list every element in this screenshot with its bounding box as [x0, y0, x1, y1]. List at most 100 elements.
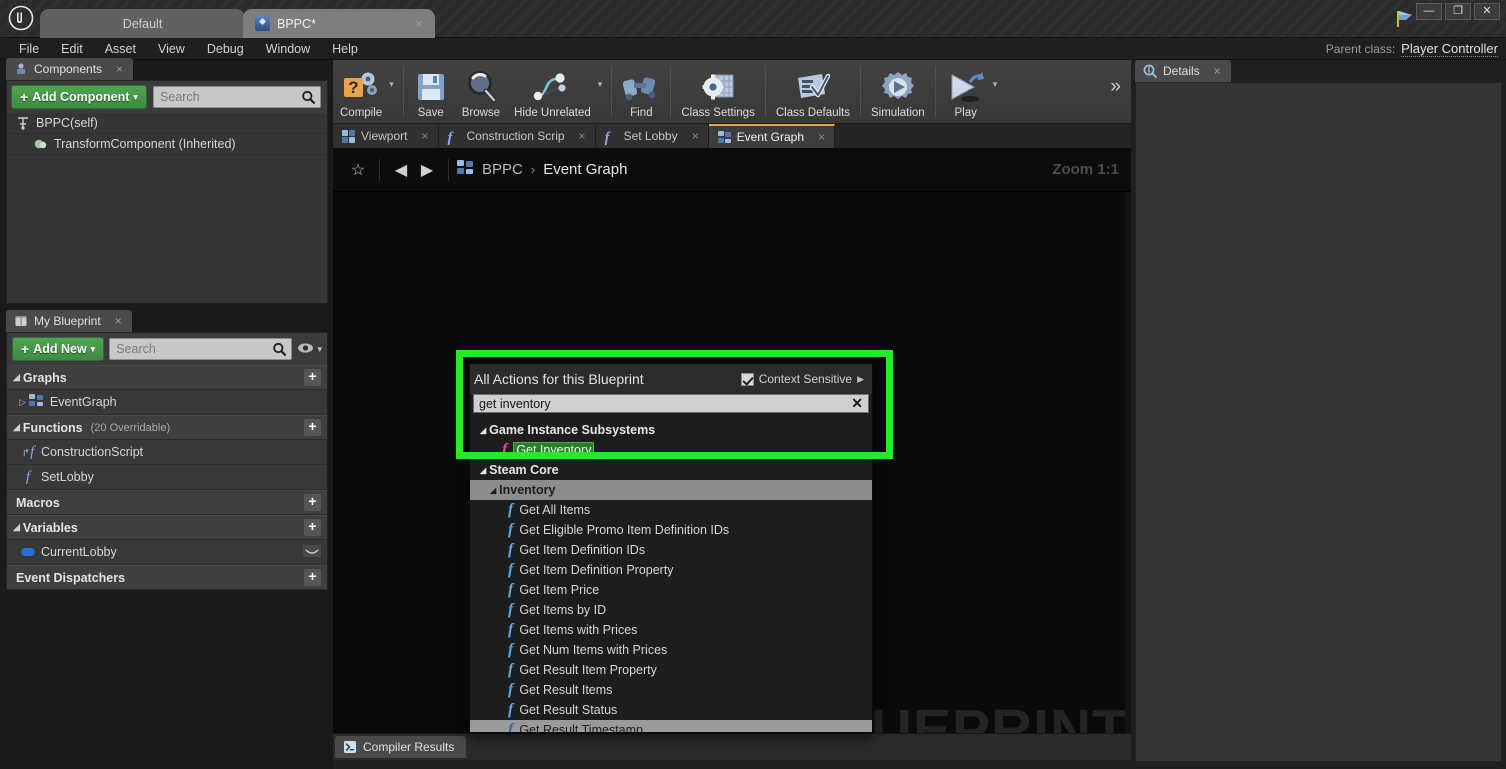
action-category-steam-core[interactable]: ◢ Steam Core: [470, 460, 872, 480]
tab-compiler-results[interactable]: Compiler Results: [335, 736, 467, 758]
my-blueprint-search[interactable]: [109, 338, 293, 360]
compile-button[interactable]: ? Compile: [333, 60, 389, 123]
window-tab-default[interactable]: Default: [40, 9, 245, 38]
back-button[interactable]: ◀: [388, 157, 414, 183]
class-settings-button[interactable]: Class Settings: [674, 60, 762, 123]
action-item[interactable]: f Get Eligible Promo Item Definition IDs: [470, 520, 872, 540]
menu-asset[interactable]: Asset: [94, 38, 147, 60]
add-variables-button[interactable]: +: [304, 519, 321, 536]
component-row[interactable]: BPPC(self): [7, 113, 327, 134]
context-sensitive-toggle[interactable]: Context Sensitive ▶: [740, 372, 864, 386]
chevron-right-icon[interactable]: ▶: [857, 374, 864, 385]
expander-icon[interactable]: ◢: [480, 466, 486, 475]
simulation-button[interactable]: Simulation: [864, 60, 932, 123]
breadcrumb-root[interactable]: BPPC: [482, 161, 523, 178]
action-item[interactable]: f Get All Items: [470, 500, 872, 520]
tab-components[interactable]: Components ×: [6, 58, 134, 80]
menu-edit[interactable]: Edit: [50, 38, 94, 60]
parent-class-link[interactable]: Player Controller: [1401, 41, 1498, 57]
close-icon[interactable]: ×: [421, 129, 428, 143]
action-item[interactable]: f Get Num Items with Prices: [470, 640, 872, 660]
eye-icon[interactable]: [303, 544, 321, 560]
visibility-options-button[interactable]: ▾: [297, 342, 322, 356]
action-item[interactable]: f Get Inventory: [470, 440, 872, 460]
my-blueprint-search-input[interactable]: [116, 342, 273, 356]
chevron-down-icon[interactable]: ▾: [389, 60, 400, 123]
expander-icon[interactable]: ▷: [19, 397, 26, 408]
tab-event-graph[interactable]: Event Graph ×: [708, 124, 836, 148]
action-menu-search-input[interactable]: [479, 396, 850, 411]
menu-view[interactable]: View: [147, 38, 196, 60]
my-blueprint-item[interactable]: ▷ EventGraph: [7, 390, 327, 415]
close-icon[interactable]: ×: [579, 129, 586, 143]
action-item[interactable]: f Get Items by ID: [470, 600, 872, 620]
tab-viewport[interactable]: Viewport ×: [333, 124, 439, 148]
my-blueprint-item[interactable]: ↱f ConstructionScript: [7, 440, 327, 465]
action-item[interactable]: f Get Item Definition Property: [470, 560, 872, 580]
action-item[interactable]: f Get Result Timestamp: [470, 720, 872, 732]
browse-button[interactable]: Browse: [455, 60, 507, 123]
add-macros-button[interactable]: +: [304, 494, 321, 511]
chevron-down-icon[interactable]: ▾: [598, 60, 609, 123]
expander-icon[interactable]: ◢: [490, 486, 496, 495]
section-header-event-dispatchers[interactable]: Event Dispatchers +: [7, 565, 327, 590]
action-item[interactable]: f Get Result Items: [470, 680, 872, 700]
expander-icon[interactable]: ◢: [13, 372, 20, 383]
minimize-button[interactable]: —: [1416, 3, 1442, 20]
action-category-inventory[interactable]: ◢ Inventory: [470, 480, 872, 500]
forward-button[interactable]: ▶: [414, 157, 440, 183]
add-graphs-button[interactable]: +: [304, 369, 321, 386]
hide-unrelated-button[interactable]: Hide Unrelated: [507, 60, 598, 123]
add-functions-button[interactable]: +: [304, 419, 321, 436]
toolbar-overflow-button[interactable]: »: [1110, 60, 1131, 123]
checkbox-icon[interactable]: [740, 372, 754, 386]
find-button[interactable]: Find: [615, 60, 667, 123]
section-header-variables[interactable]: ◢ Variables +: [7, 515, 327, 540]
close-button[interactable]: ✕: [1474, 3, 1500, 20]
close-icon[interactable]: ×: [1214, 64, 1221, 78]
close-icon[interactable]: ×: [115, 314, 122, 328]
my-blueprint-item[interactable]: CurrentLobby: [7, 540, 327, 565]
components-search-input[interactable]: [159, 90, 301, 104]
tab-details[interactable]: Details ×: [1135, 60, 1231, 82]
section-header-graphs[interactable]: ◢ Graphs +: [7, 365, 327, 390]
favorite-star-icon[interactable]: ☆: [345, 157, 371, 183]
section-header-functions[interactable]: ◢ Functions (20 Overridable) +: [7, 415, 327, 440]
expander-icon[interactable]: ◢: [480, 426, 486, 435]
add-component-button[interactable]: + Add Component ▾: [11, 85, 147, 109]
my-blueprint-item[interactable]: f SetLobby: [7, 465, 327, 490]
play-button[interactable]: Play: [939, 60, 993, 123]
maximize-button[interactable]: ❐: [1445, 3, 1471, 20]
action-item[interactable]: f Get Item Price: [470, 580, 872, 600]
section-header-macros[interactable]: Macros +: [7, 490, 327, 515]
add-event-dispatchers-button[interactable]: +: [304, 569, 321, 586]
chevron-down-icon[interactable]: ▾: [993, 60, 1004, 123]
close-icon[interactable]: ×: [415, 16, 423, 31]
close-icon[interactable]: ×: [692, 129, 699, 143]
menu-debug[interactable]: Debug: [196, 38, 255, 60]
menu-window[interactable]: Window: [255, 38, 321, 60]
clear-icon[interactable]: ✕: [849, 395, 865, 412]
expander-icon[interactable]: ◢: [13, 422, 20, 433]
close-icon[interactable]: ×: [818, 130, 825, 144]
close-icon[interactable]: ×: [116, 62, 123, 76]
action-category-game-instance-subsystems[interactable]: ◢ Game Instance Subsystems: [470, 420, 872, 440]
component-row[interactable]: TransformComponent (Inherited): [7, 134, 327, 155]
action-item[interactable]: f Get Result Status: [470, 700, 872, 720]
tab-my-blueprint[interactable]: My Blueprint ×: [6, 310, 132, 332]
window-tab-bppc[interactable]: BPPC* ×: [243, 9, 435, 38]
menu-help[interactable]: Help: [321, 38, 369, 60]
save-button[interactable]: Save: [407, 60, 455, 123]
components-search[interactable]: [152, 86, 321, 108]
action-item[interactable]: f Get Item Definition IDs: [470, 540, 872, 560]
expander-icon[interactable]: ◢: [13, 522, 20, 533]
action-item[interactable]: f Get Result Item Property: [470, 660, 872, 680]
action-menu-list[interactable]: ◢ Game Instance Subsystems f Get Inventory ◢…: [470, 420, 872, 732]
tab-set-lobby[interactable]: f Set Lobby ×: [595, 124, 709, 148]
action-menu-search[interactable]: ✕: [473, 394, 869, 413]
action-item[interactable]: f Get Items with Prices: [470, 620, 872, 640]
class-defaults-button[interactable]: Class Defaults: [769, 60, 857, 123]
add-new-button[interactable]: + Add New ▾: [12, 337, 105, 361]
menu-file[interactable]: File: [8, 38, 50, 60]
tab-construction-scrip[interactable]: f Construction Scrip ×: [438, 124, 596, 148]
